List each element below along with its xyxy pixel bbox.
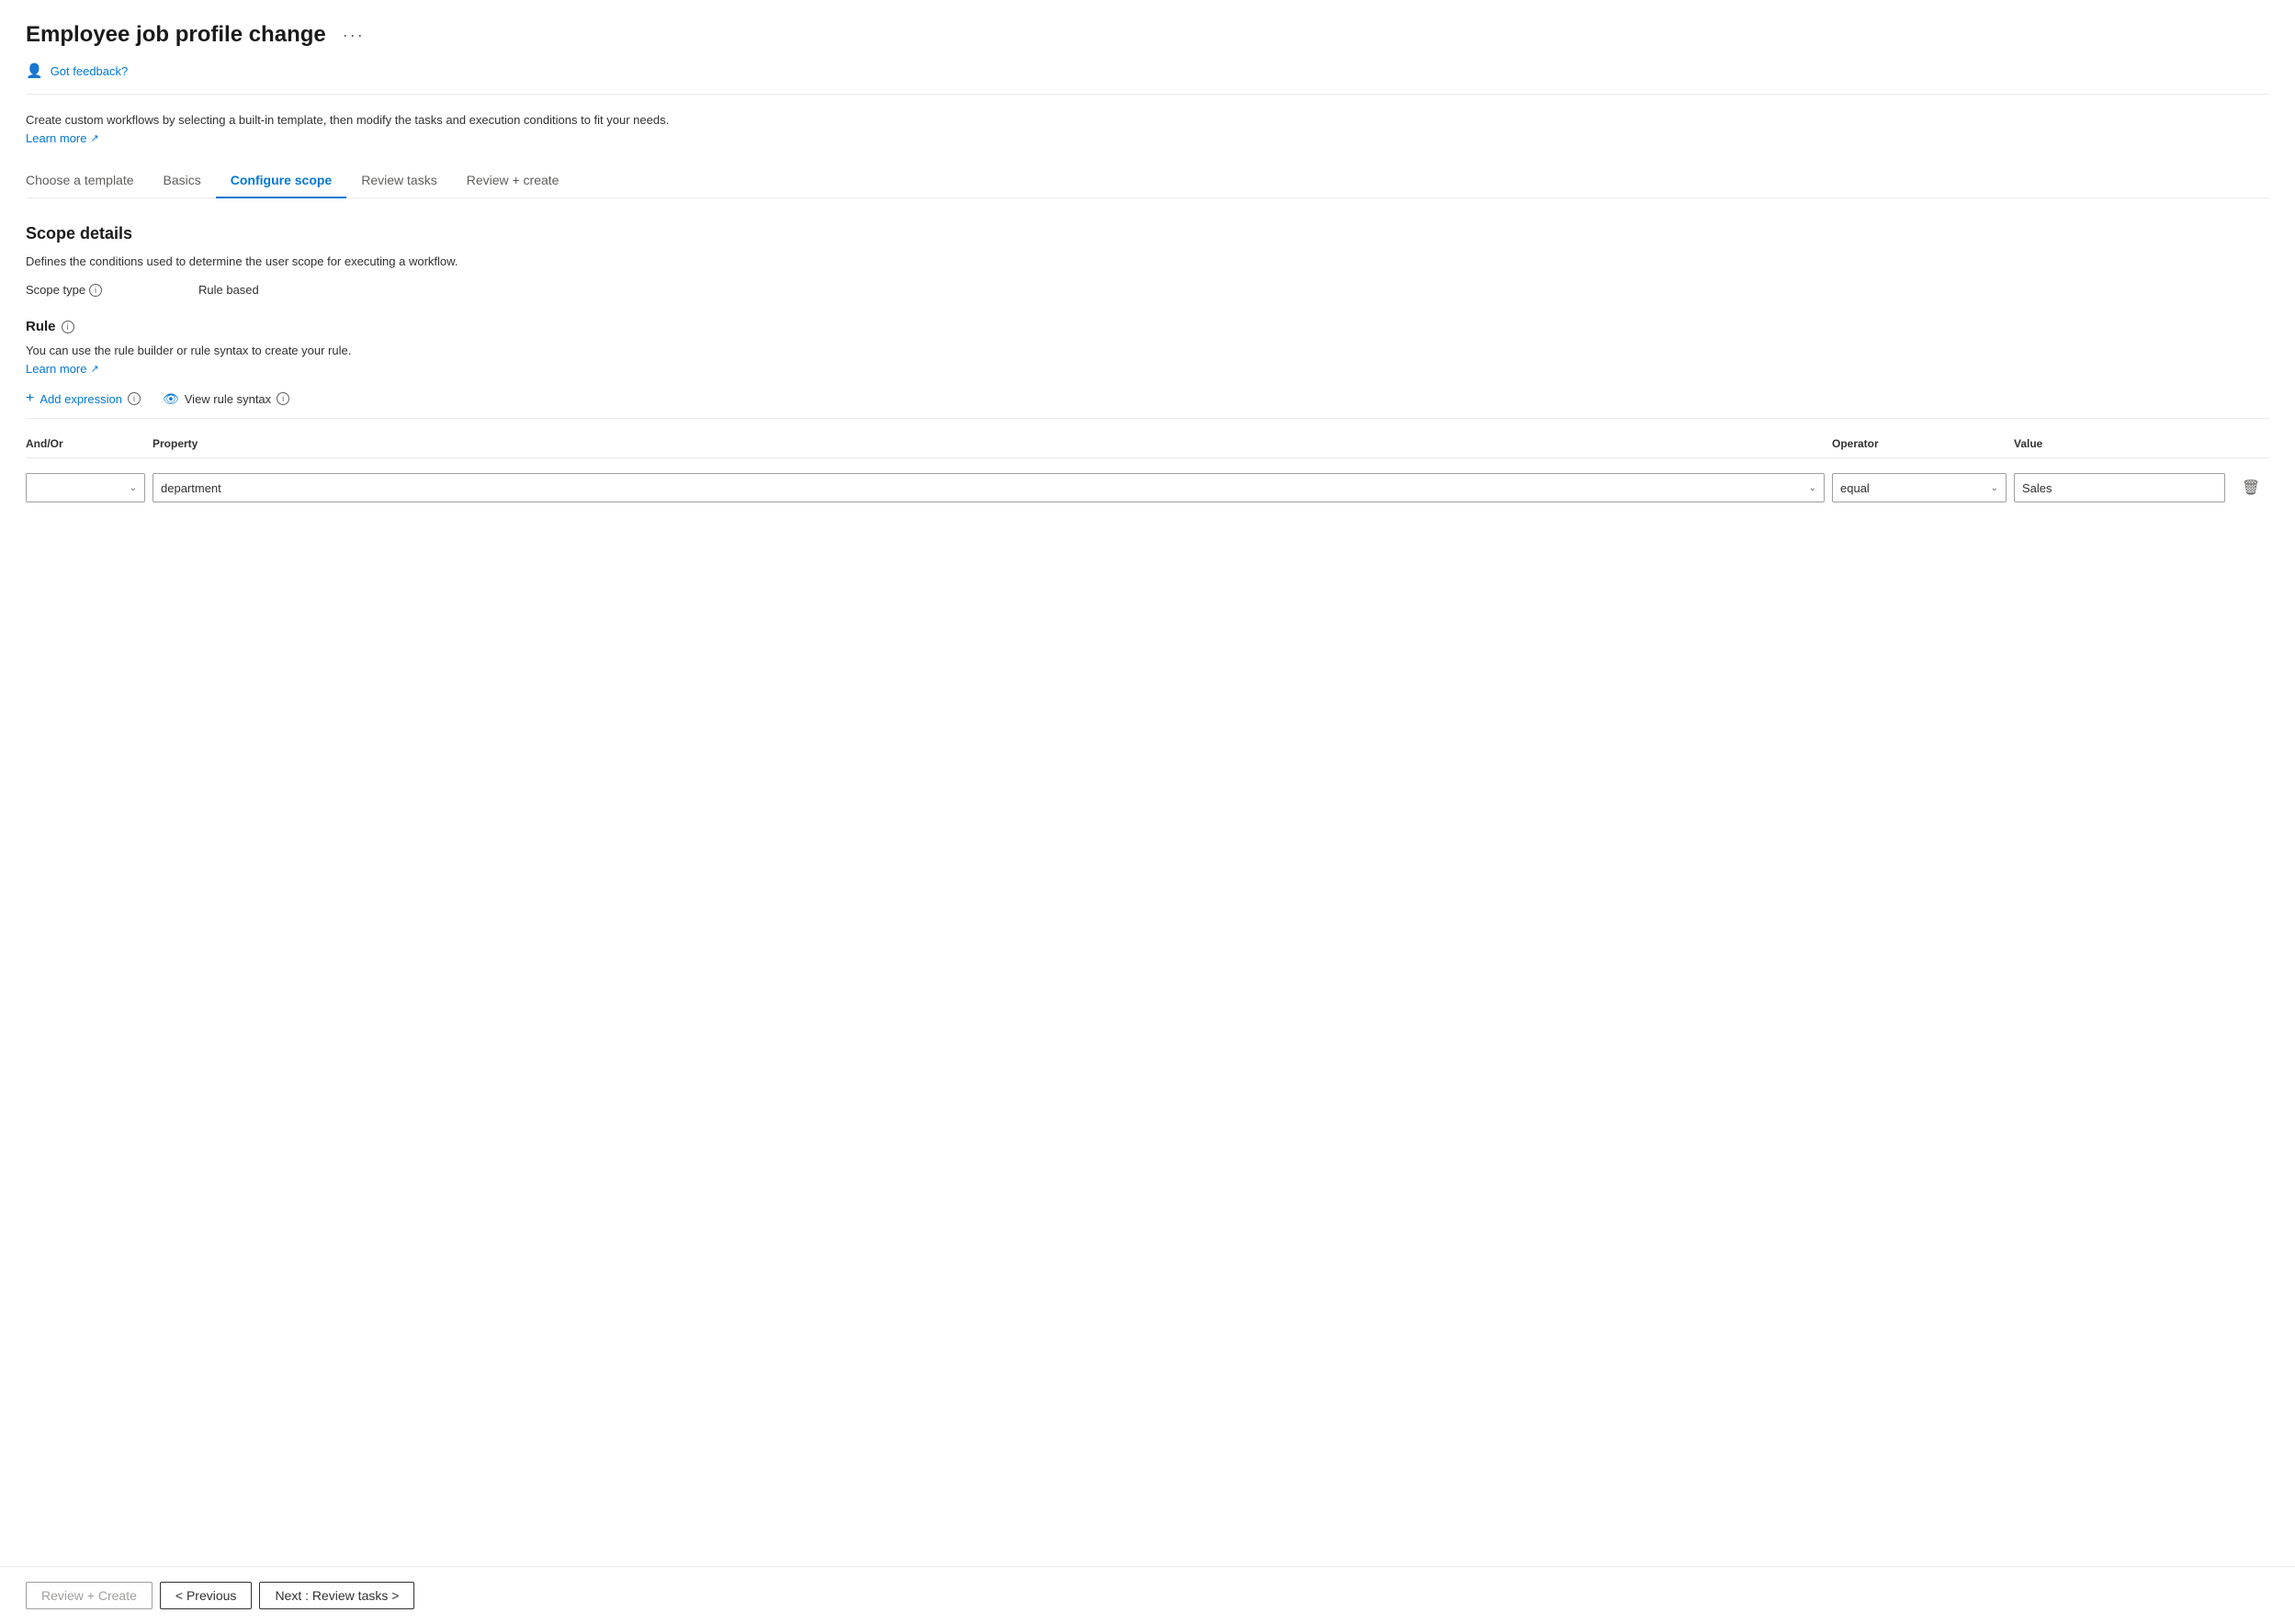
value-input[interactable]: [2014, 473, 2225, 502]
top-learn-more-link[interactable]: Learn more ↗: [26, 131, 99, 145]
eye-icon: 👁: [163, 391, 179, 407]
property-value: department: [161, 481, 1805, 495]
operator-value: equal: [1840, 481, 1987, 495]
add-expression-button[interactable]: + Add expression i: [26, 390, 141, 407]
scope-section-title: Scope details: [26, 224, 2269, 243]
description-text: Create custom workflows by selecting a b…: [26, 113, 2269, 127]
trash-icon: 🗑: [2242, 479, 2260, 497]
previous-button[interactable]: < Previous: [160, 1582, 253, 1609]
and-or-dropdown[interactable]: ⌄: [26, 473, 145, 502]
page-title: Employee job profile change: [26, 22, 326, 48]
col-header-value: Value: [2014, 437, 2225, 450]
scope-type-row: Scope type i Rule based: [26, 283, 2269, 297]
col-header-operator: Operator: [1832, 437, 2007, 450]
tabs-container: Choose a template Basics Configure scope…: [26, 164, 2269, 198]
feedback-label: Got feedback?: [51, 64, 129, 78]
scope-description: Defines the conditions used to determine…: [26, 254, 2269, 268]
rule-info-icon: i: [62, 321, 74, 333]
rule-section: Rule i You can use the rule builder or r…: [26, 319, 2269, 506]
feedback-icon: 👤: [26, 62, 43, 79]
rule-learn-more-link[interactable]: Learn more ↗: [26, 362, 99, 376]
view-syntax-info-icon: i: [277, 392, 289, 405]
add-expression-info-icon: i: [128, 392, 141, 405]
view-rule-syntax-button[interactable]: 👁 View rule syntax i: [163, 391, 289, 407]
more-options-button[interactable]: ···: [337, 25, 370, 45]
external-link-icon: ↗: [90, 132, 98, 144]
tab-choose-template[interactable]: Choose a template: [26, 164, 149, 198]
tab-basics[interactable]: Basics: [149, 164, 216, 198]
header-divider: [26, 94, 2269, 95]
rule-description: You can use the rule builder or rule syn…: [26, 344, 2269, 357]
scope-type-info-icon: i: [89, 284, 102, 297]
tab-configure-scope[interactable]: Configure scope: [216, 164, 346, 198]
tab-review-create[interactable]: Review + create: [452, 164, 574, 198]
col-header-and-or: And/Or: [26, 437, 145, 450]
operator-chevron-icon: ⌄: [1991, 483, 1998, 493]
scope-type-label: Scope type i: [26, 283, 191, 297]
feedback-link[interactable]: 👤 Got feedback?: [26, 62, 2269, 79]
delete-row-button[interactable]: 🗑: [2233, 475, 2269, 501]
review-create-button[interactable]: Review + Create: [26, 1582, 153, 1609]
table-row: ⌄ department ⌄ equal ⌄ 🗑: [26, 469, 2269, 506]
tab-review-tasks[interactable]: Review tasks: [346, 164, 451, 198]
and-or-chevron-icon: ⌄: [130, 483, 137, 493]
scope-details-section: Scope details Defines the conditions use…: [26, 224, 2269, 506]
rule-title: Rule: [26, 319, 56, 334]
property-chevron-icon: ⌄: [1809, 483, 1816, 493]
footer: Review + Create < Previous Next : Review…: [0, 1566, 2295, 1624]
operator-dropdown[interactable]: equal ⌄: [1832, 473, 2007, 502]
scope-type-value: Rule based: [198, 283, 259, 297]
rule-table-header: And/Or Property Operator Value: [26, 434, 2269, 458]
rule-title-row: Rule i: [26, 319, 2269, 334]
next-button[interactable]: Next : Review tasks >: [259, 1582, 414, 1609]
col-header-actions: [2233, 437, 2269, 450]
rule-external-link-icon: ↗: [90, 363, 98, 375]
plus-icon: +: [26, 390, 34, 407]
expression-actions-row: + Add expression i 👁 View rule syntax i: [26, 390, 2269, 419]
property-dropdown[interactable]: department ⌄: [153, 473, 1825, 502]
col-header-property: Property: [153, 437, 1825, 450]
